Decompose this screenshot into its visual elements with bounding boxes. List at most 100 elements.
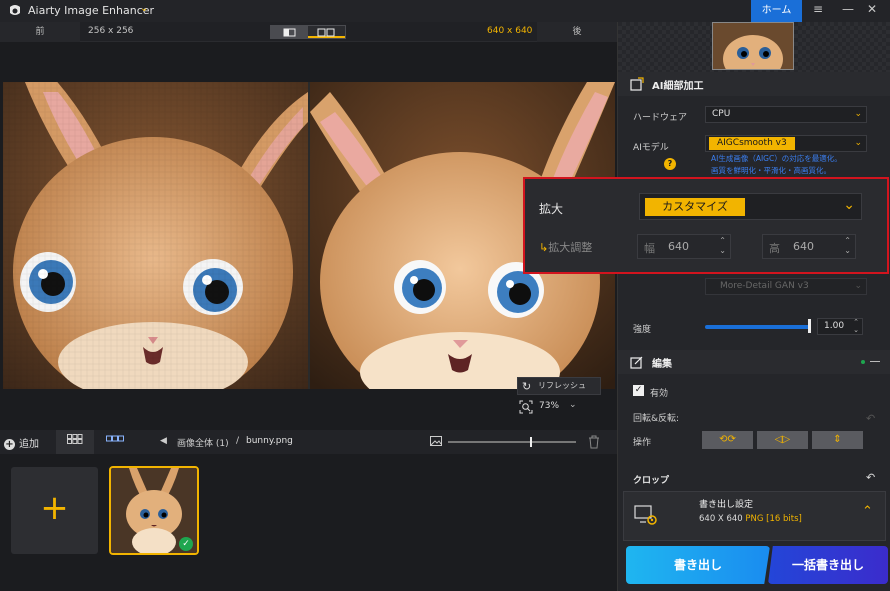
add-label: 追加 xyxy=(19,439,39,450)
add-button[interactable]: + 追加 xyxy=(4,435,39,450)
expand-up-icon[interactable]: ⌃ xyxy=(862,504,873,519)
zoom-chevron-icon[interactable]: ⌄ xyxy=(569,400,577,410)
chevron-down-icon: ⌄ xyxy=(843,197,855,213)
upscale-label: 拡大 xyxy=(539,202,564,216)
thumbnail-size-slider[interactable] xyxy=(448,437,576,447)
flip-horizontal-icon: ◁▷ xyxy=(774,434,791,445)
zoom-icon xyxy=(519,400,533,414)
upscale-value: カスタマイズ xyxy=(645,198,745,216)
grid-view-button[interactable] xyxy=(56,430,94,454)
add-image-tile[interactable]: + xyxy=(11,467,98,554)
export-settings-icon xyxy=(634,505,657,525)
export-format: PNG xyxy=(745,514,764,524)
export-settings-title: 書き出し設定 xyxy=(699,500,754,510)
flip-horizontal-button[interactable]: ◁▷ xyxy=(757,431,808,449)
compare-view-toggle[interactable] xyxy=(270,25,346,39)
operation-label: 操作 xyxy=(633,438,652,448)
upscale-settings-highlight: 拡大 カスタマイズ ⌄ ↳拡大調整 幅 640 ⌃ ⌄ 高 640 ⌃ ⌄ xyxy=(523,177,889,274)
after-size: 640 x 640 xyxy=(487,26,533,36)
ai-section-title: AI細部加工 xyxy=(652,81,704,92)
rotate-icon: ⟲⟳ xyxy=(719,434,736,445)
ai-section-header[interactable]: AI細部加工 xyxy=(618,72,890,96)
trash-icon[interactable] xyxy=(588,435,600,449)
chevron-down-icon: ⌄ xyxy=(854,281,862,291)
height-input[interactable]: 高 640 ⌃ ⌄ xyxy=(762,234,856,259)
home-button[interactable]: ホーム xyxy=(751,0,802,22)
after-label: 後 xyxy=(537,22,617,42)
navigator-area xyxy=(618,22,890,72)
ai-enhance-icon xyxy=(630,77,644,91)
app-menu-chevron-icon[interactable]: ⌄ xyxy=(140,3,148,14)
export-size: 640 X 640 xyxy=(699,514,743,524)
width-input[interactable]: 幅 640 ⌃ ⌄ xyxy=(637,234,731,259)
stepper-icon[interactable]: ⌃ ⌄ xyxy=(853,318,859,334)
zoom-value: 73% xyxy=(539,401,560,411)
export-summary: 640 X 640 PNG [16 bits] xyxy=(699,514,802,524)
chevron-down-icon: ⌄ xyxy=(854,109,862,119)
minimize-icon[interactable]: — xyxy=(838,2,858,16)
enabled-label: 有効 xyxy=(650,389,669,399)
hardware-value: CPU xyxy=(712,109,731,119)
model-select[interactable]: AIGCsmooth v3 ⌄ xyxy=(705,135,867,152)
app-logo-icon xyxy=(10,5,20,15)
large-view-icon xyxy=(106,435,124,442)
stepper-icon[interactable]: ⌃ ⌄ xyxy=(719,236,726,256)
export-button[interactable]: 書き出し xyxy=(626,546,770,584)
zoom-control[interactable]: 73% ⌄ xyxy=(517,398,601,416)
navigator-thumbnail[interactable] xyxy=(712,22,794,70)
upscale-select[interactable]: カスタマイズ ⌄ xyxy=(639,193,862,220)
app-title: Aiarty Image Enhancer xyxy=(28,4,155,17)
hardware-select[interactable]: CPU ⌄ xyxy=(705,106,867,123)
file-bar: + 追加 ◀ 画像全体 (1) / bunny.png xyxy=(0,430,617,454)
chevron-down-icon: ⌄ xyxy=(854,138,862,148)
crop-label: クロップ xyxy=(633,476,670,486)
single-view-icon xyxy=(283,28,296,37)
strength-label: 強度 xyxy=(633,325,652,335)
single-view-toggle[interactable] xyxy=(271,26,308,38)
grid-view-icon xyxy=(67,434,83,444)
crop-undo-icon[interactable]: ↶ xyxy=(866,471,875,484)
model-description-line: 画質を鮮明化・平滑化・高画質化。 xyxy=(711,166,831,175)
help-icon[interactable]: ? xyxy=(664,158,676,170)
collapse-icon[interactable] xyxy=(870,361,880,362)
width-label: 幅 xyxy=(644,242,655,255)
refresh-icon: ↻ xyxy=(522,380,532,393)
before-image[interactable] xyxy=(3,82,308,389)
hardware-label: ハードウェア xyxy=(633,113,688,123)
before-label: 前 xyxy=(0,22,80,42)
edit-section-title: 編集 xyxy=(652,359,672,370)
gan-model-value: More-Detail GAN v3 xyxy=(720,281,809,291)
strength-slider-knob[interactable] xyxy=(808,319,811,333)
height-label: 高 xyxy=(769,242,780,255)
rotate-button[interactable]: ⟲⟳ xyxy=(702,431,753,449)
status-dot xyxy=(861,360,865,364)
split-view-toggle[interactable] xyxy=(308,26,345,38)
stepper-icon[interactable]: ⌃ ⌄ xyxy=(844,236,851,256)
refresh-button[interactable]: ↻ リフレッシュ xyxy=(517,377,601,395)
model-description-line: AI生成画像（AIGC）の対応を最適化。 xyxy=(711,154,842,163)
close-icon[interactable]: ✕ xyxy=(862,2,882,16)
model-description: AI生成画像（AIGC）の対応を最適化。 画質を鮮明化・平滑化・高画質化。 xyxy=(711,153,881,177)
flip-vertical-button[interactable]: ⇕ xyxy=(812,431,863,449)
settings-panel: AI細部加工 ハードウェア CPU ⌄ AIモデル AIGCsmooth v3 … xyxy=(617,22,890,591)
processed-check-icon: ✓ xyxy=(179,537,193,551)
thumbnail-size-knob[interactable] xyxy=(530,437,532,447)
before-size: 256 x 256 xyxy=(88,26,134,36)
model-value: AIGCsmooth v3 xyxy=(709,137,795,150)
thumbnail-strip: + ✓ xyxy=(0,454,617,584)
large-view-button[interactable] xyxy=(96,430,134,454)
export-settings[interactable]: 書き出し設定 640 X 640 PNG [16 bits] ⌃ xyxy=(623,491,886,541)
breadcrumb-all-images[interactable]: 画像全体 (1) xyxy=(177,436,229,449)
strength-slider[interactable] xyxy=(705,325,810,329)
back-arrow-icon[interactable]: ◀ xyxy=(160,436,167,446)
edit-icon xyxy=(630,356,643,369)
menu-icon[interactable]: ≡ xyxy=(808,2,828,16)
edit-section-header[interactable]: 編集 xyxy=(618,350,890,374)
upscale-adjust-label: ↳拡大調整 xyxy=(539,239,592,255)
rotate-undo-icon[interactable]: ↶ xyxy=(866,412,875,425)
enabled-checkbox[interactable]: ✓ xyxy=(633,385,644,396)
strength-input[interactable]: 1.00 ⌃ ⌄ xyxy=(817,318,863,335)
batch-export-button[interactable]: 一括書き出し xyxy=(768,546,888,584)
compare-bar: 前 256 x 256 640 x 640 後 xyxy=(0,22,617,42)
breadcrumb-separator: / xyxy=(236,436,240,446)
